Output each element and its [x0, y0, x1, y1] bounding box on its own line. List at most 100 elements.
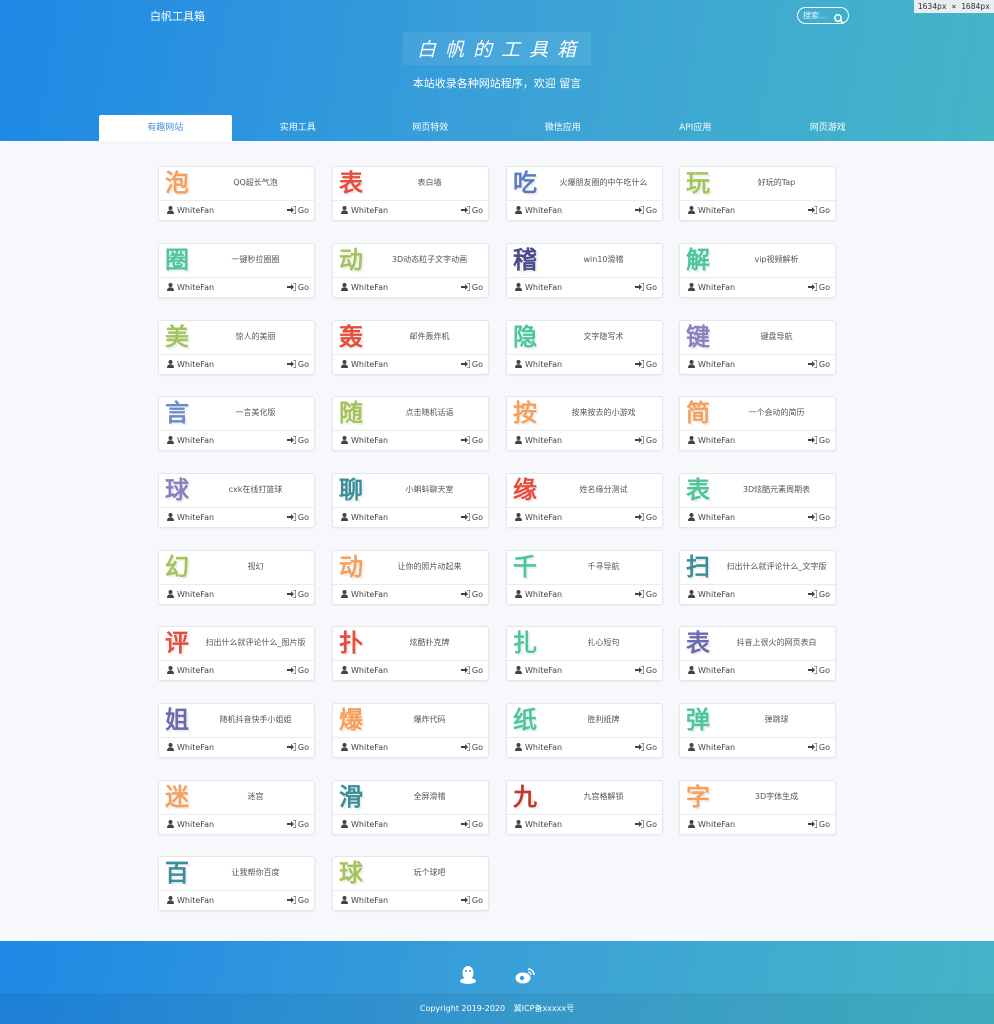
card-title[interactable]: 3D字体生成: [722, 791, 831, 802]
card-title[interactable]: 迷宫: [201, 791, 310, 802]
card-title[interactable]: 火爆朋友圈的中午吃什么: [549, 177, 658, 188]
card-title[interactable]: 九宫格解锁: [549, 791, 658, 802]
tab-3[interactable]: 微信应用: [497, 115, 630, 141]
card-title[interactable]: 全屏滑稽: [375, 791, 484, 802]
card-title[interactable]: 炫酷扑克牌: [375, 637, 484, 648]
tool-card[interactable]: 缘 姓名缘分测试 WhiteFan Go: [506, 473, 663, 528]
tool-card[interactable]: 九 九宫格解锁 WhiteFan Go: [506, 780, 663, 835]
card-title[interactable]: win10滑稽: [549, 254, 658, 265]
go-button[interactable]: Go: [460, 435, 483, 445]
go-button[interactable]: Go: [460, 665, 483, 675]
card-title[interactable]: 扎心短句: [549, 637, 658, 648]
go-button[interactable]: Go: [460, 512, 483, 522]
card-title[interactable]: 扫出什么就评论什么_图片版: [201, 637, 310, 648]
card-title[interactable]: 玩个球吧: [375, 867, 484, 878]
go-button[interactable]: Go: [634, 819, 657, 829]
tool-card[interactable]: 表 表白墙 WhiteFan Go: [332, 166, 489, 221]
tool-card[interactable]: 聊 小蝌蚪聊天室 WhiteFan Go: [332, 473, 489, 528]
tool-card[interactable]: 表 抖音上很火的网页表白 WhiteFan Go: [679, 626, 836, 681]
go-button[interactable]: Go: [286, 895, 309, 905]
tool-card[interactable]: 吃 火爆朋友圈的中午吃什么 WhiteFan Go: [506, 166, 663, 221]
card-title[interactable]: 邮件轰炸机: [375, 331, 484, 342]
card-title[interactable]: 表白墙: [375, 177, 484, 188]
tool-card[interactable]: 按 按来按去的小游戏 WhiteFan Go: [506, 396, 663, 451]
go-button[interactable]: Go: [634, 205, 657, 215]
site-logo[interactable]: 白帆工具箱: [150, 8, 205, 24]
go-button[interactable]: Go: [460, 359, 483, 369]
go-button[interactable]: Go: [460, 742, 483, 752]
go-button[interactable]: Go: [634, 665, 657, 675]
card-title[interactable]: 一言美化版: [201, 407, 310, 418]
go-button[interactable]: Go: [286, 742, 309, 752]
go-button[interactable]: Go: [634, 742, 657, 752]
search-box[interactable]: [797, 7, 849, 24]
go-button[interactable]: Go: [634, 435, 657, 445]
card-title[interactable]: QQ超长气泡: [201, 177, 310, 188]
card-title[interactable]: 一个会动的简历: [722, 407, 831, 418]
tool-card[interactable]: 滑 全屏滑稽 WhiteFan Go: [332, 780, 489, 835]
card-title[interactable]: vip视频解析: [722, 254, 831, 265]
search-input[interactable]: [803, 10, 833, 21]
tool-card[interactable]: 弹 弹跳球 WhiteFan Go: [679, 703, 836, 758]
go-button[interactable]: Go: [460, 895, 483, 905]
tab-1[interactable]: 实用工具: [232, 115, 365, 141]
card-title[interactable]: 一键秒拉圈圈: [201, 254, 310, 265]
go-button[interactable]: Go: [286, 589, 309, 599]
card-title[interactable]: 爆炸代码: [375, 714, 484, 725]
tool-card[interactable]: 纸 胜利纸牌 WhiteFan Go: [506, 703, 663, 758]
card-title[interactable]: 视幻: [201, 561, 310, 572]
weibo-icon[interactable]: [515, 967, 535, 989]
tool-card[interactable]: 迷 迷宫 WhiteFan Go: [158, 780, 315, 835]
tool-card[interactable]: 解 vip视频解析 WhiteFan Go: [679, 243, 836, 298]
go-button[interactable]: Go: [807, 742, 830, 752]
go-button[interactable]: Go: [460, 819, 483, 829]
go-button[interactable]: Go: [286, 512, 309, 522]
card-title[interactable]: 千寻导航: [549, 561, 658, 572]
tab-5[interactable]: 网页游戏: [762, 115, 895, 141]
tool-card[interactable]: 动 3D动态粒子文字动画 WhiteFan Go: [332, 243, 489, 298]
card-title[interactable]: 扫出什么就评论什么_文字版: [722, 561, 831, 572]
tool-card[interactable]: 美 惊人的美丽 WhiteFan Go: [158, 320, 315, 375]
card-title[interactable]: 键盘导航: [722, 331, 831, 342]
go-button[interactable]: Go: [807, 282, 830, 292]
go-button[interactable]: Go: [807, 205, 830, 215]
tool-card[interactable]: 隐 文字隐写术 WhiteFan Go: [506, 320, 663, 375]
tool-card[interactable]: 圈 一键秒拉圈圈 WhiteFan Go: [158, 243, 315, 298]
qq-icon[interactable]: [459, 965, 477, 989]
go-button[interactable]: Go: [286, 665, 309, 675]
card-title[interactable]: 让我帮你百度: [201, 867, 310, 878]
go-button[interactable]: Go: [286, 435, 309, 445]
go-button[interactable]: Go: [807, 435, 830, 445]
tool-card[interactable]: 键 键盘导航 WhiteFan Go: [679, 320, 836, 375]
card-title[interactable]: 让你的照片动起来: [375, 561, 484, 572]
go-button[interactable]: Go: [286, 819, 309, 829]
tool-card[interactable]: 千 千寻导航 WhiteFan Go: [506, 550, 663, 605]
card-title[interactable]: 弹跳球: [722, 714, 831, 725]
tool-card[interactable]: 扎 扎心短句 WhiteFan Go: [506, 626, 663, 681]
go-button[interactable]: Go: [807, 359, 830, 369]
go-button[interactable]: Go: [460, 282, 483, 292]
go-button[interactable]: Go: [634, 512, 657, 522]
tool-card[interactable]: 百 让我帮你百度 WhiteFan Go: [158, 856, 315, 911]
card-title[interactable]: 胜利纸牌: [549, 714, 658, 725]
tool-card[interactable]: 泡 QQ超长气泡 WhiteFan Go: [158, 166, 315, 221]
card-title[interactable]: 惊人的美丽: [201, 331, 310, 342]
tool-card[interactable]: 评 扫出什么就评论什么_图片版 WhiteFan Go: [158, 626, 315, 681]
go-button[interactable]: Go: [807, 665, 830, 675]
tab-4[interactable]: API应用: [629, 115, 762, 141]
tab-2[interactable]: 网页特效: [364, 115, 497, 141]
tool-card[interactable]: 动 让你的照片动起来 WhiteFan Go: [332, 550, 489, 605]
go-button[interactable]: Go: [460, 205, 483, 215]
tool-card[interactable]: 轰 邮件轰炸机 WhiteFan Go: [332, 320, 489, 375]
card-title[interactable]: 按来按去的小游戏: [549, 407, 658, 418]
tool-card[interactable]: 稽 win10滑稽 WhiteFan Go: [506, 243, 663, 298]
search-icon[interactable]: [833, 10, 845, 24]
tool-card[interactable]: 随 点击随机话语 WhiteFan Go: [332, 396, 489, 451]
card-title[interactable]: 3D动态粒子文字动画: [375, 254, 484, 265]
card-title[interactable]: 好玩的Tap: [722, 177, 831, 188]
tool-card[interactable]: 表 3D炫酷元素周期表 WhiteFan Go: [679, 473, 836, 528]
go-button[interactable]: Go: [634, 282, 657, 292]
go-button[interactable]: Go: [807, 819, 830, 829]
go-button[interactable]: Go: [460, 589, 483, 599]
go-button[interactable]: Go: [286, 359, 309, 369]
